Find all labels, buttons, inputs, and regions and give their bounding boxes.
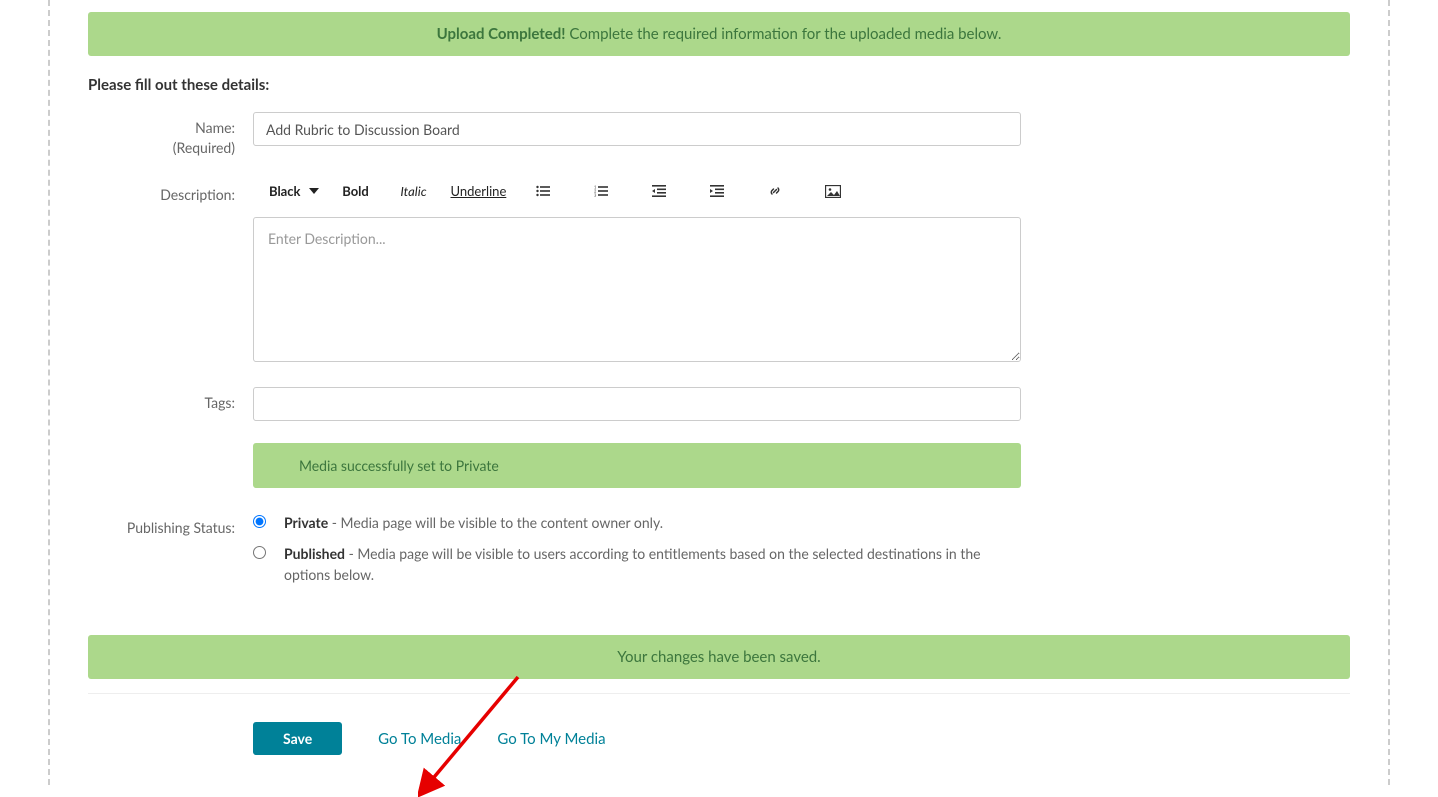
actions-row: Save Go To Media Go To My Media <box>88 722 1350 755</box>
link-button[interactable] <box>746 180 804 202</box>
image-button[interactable] <box>804 181 862 202</box>
alert-bold-text: Upload Completed! <box>437 25 566 43</box>
privacy-status-banner: Media successfully set to Private <box>253 443 1021 488</box>
unordered-list-icon <box>536 185 550 197</box>
image-icon <box>825 185 841 198</box>
link-icon <box>768 184 782 198</box>
private-label: Private <box>284 514 328 531</box>
go-to-my-media-link[interactable]: Go To My Media <box>497 730 605 748</box>
ordered-list-button[interactable]: 123 <box>572 181 630 201</box>
divider <box>88 693 1350 694</box>
upload-complete-alert: Upload Completed! Complete the required … <box>88 12 1350 56</box>
indent-icon <box>710 185 724 197</box>
section-title: Please fill out these details: <box>88 76 1350 94</box>
saved-banner: Your changes have been saved. <box>88 635 1350 679</box>
go-to-media-link[interactable]: Go To Media <box>378 730 461 748</box>
name-label: Name: (Required) <box>88 112 253 157</box>
published-description: - Media page will be visible to users ac… <box>284 545 981 583</box>
published-label: Published <box>284 545 345 562</box>
alert-regular-text: Complete the required information for th… <box>569 25 1001 43</box>
bold-button[interactable]: Bold <box>327 179 385 203</box>
underline-button[interactable]: Underline <box>443 179 515 203</box>
unordered-list-button[interactable] <box>514 181 572 201</box>
italic-button[interactable]: Italic <box>385 179 443 203</box>
save-button[interactable]: Save <box>253 722 342 755</box>
rich-text-toolbar: Black Bold Italic Underline 123 <box>253 179 1021 203</box>
private-description: - Media page will be visible to the cont… <box>328 514 663 531</box>
tags-input[interactable] <box>253 387 1021 421</box>
description-label: Description: <box>88 179 253 365</box>
svg-text:3: 3 <box>594 193 597 198</box>
tags-label: Tags: <box>88 387 253 421</box>
description-textarea[interactable] <box>253 217 1021 362</box>
outdent-icon <box>652 185 666 197</box>
indent-button[interactable] <box>688 181 746 201</box>
outdent-button[interactable] <box>630 181 688 201</box>
publishing-status-label: Publishing Status: <box>88 512 253 595</box>
name-input[interactable] <box>253 112 1021 146</box>
published-radio[interactable] <box>253 546 266 559</box>
private-radio[interactable] <box>253 515 266 528</box>
chevron-down-icon <box>309 188 319 194</box>
ordered-list-icon: 123 <box>594 185 608 197</box>
color-picker[interactable]: Black <box>261 179 327 203</box>
